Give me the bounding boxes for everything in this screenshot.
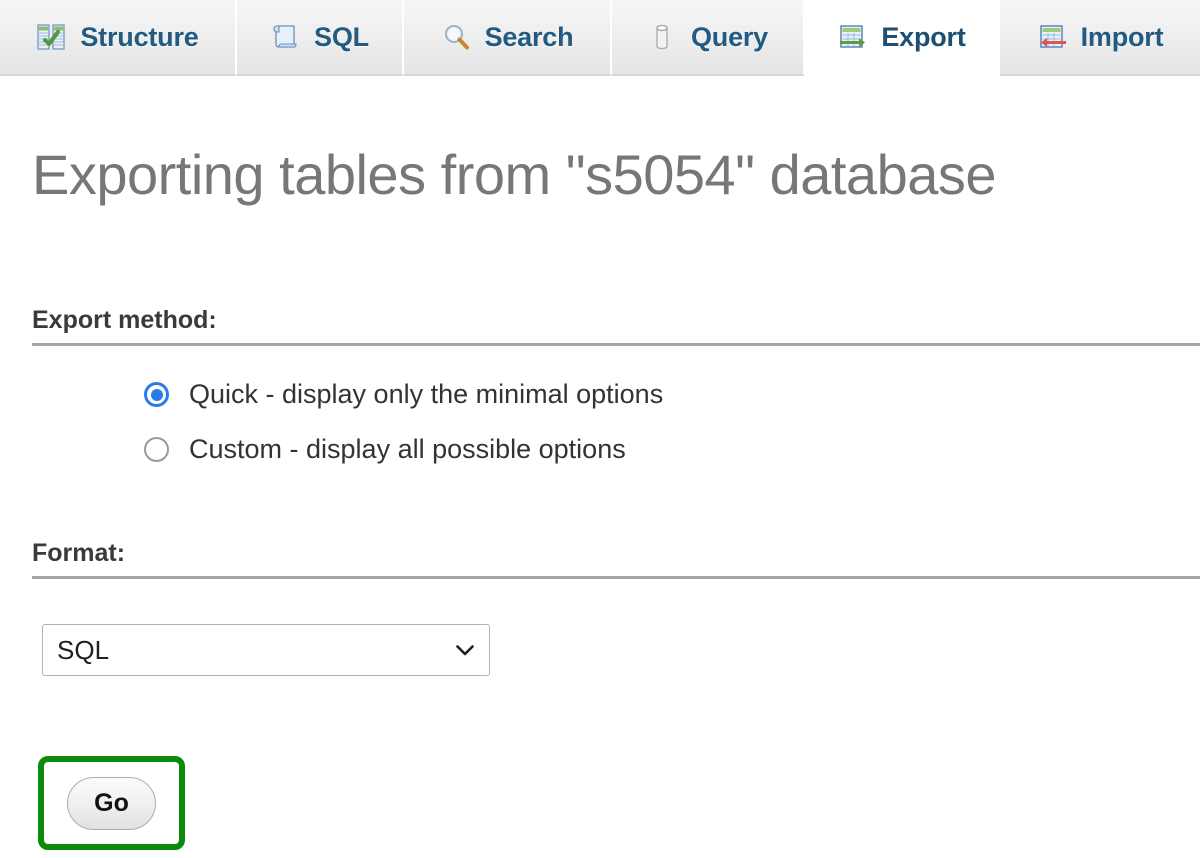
radio-custom-label: Custom - display all possible options xyxy=(189,434,626,465)
tab-export-label: Export xyxy=(881,22,965,53)
search-icon xyxy=(441,22,471,52)
tab-sql[interactable]: SQL xyxy=(237,0,404,76)
tab-search-label: Search xyxy=(485,22,574,53)
tab-export[interactable]: Export xyxy=(805,0,1000,76)
tab-structure-label: Structure xyxy=(80,22,198,53)
tab-import[interactable]: Import xyxy=(1000,0,1200,76)
format-divider xyxy=(32,576,1200,579)
structure-icon xyxy=(36,22,66,52)
tab-search[interactable]: Search xyxy=(404,0,612,76)
go-button[interactable]: Go xyxy=(67,777,156,830)
radio-custom[interactable] xyxy=(144,437,169,462)
radio-quick-label: Quick - display only the minimal options xyxy=(189,379,663,410)
radio-quick[interactable] xyxy=(144,382,169,407)
export-icon xyxy=(837,22,867,52)
main-tab-bar: Structure SQL Search Qu xyxy=(0,0,1200,78)
format-heading: Format: xyxy=(32,539,125,568)
export-method-option-custom[interactable]: Custom - display all possible options xyxy=(144,434,626,465)
sql-icon xyxy=(270,22,300,52)
export-method-divider xyxy=(32,343,1200,346)
export-method-option-quick[interactable]: Quick - display only the minimal options xyxy=(144,379,663,410)
tab-query[interactable]: Query xyxy=(612,0,805,76)
export-page-body: Exporting tables from "s5054" database E… xyxy=(0,78,1200,858)
query-icon xyxy=(647,22,677,52)
tab-query-label: Query xyxy=(691,22,768,53)
import-icon xyxy=(1037,22,1067,52)
format-select[interactable]: SQL xyxy=(42,624,490,676)
tab-import-label: Import xyxy=(1081,22,1164,53)
format-select-wrapper: SQL xyxy=(42,624,490,676)
tab-structure[interactable]: Structure xyxy=(0,0,237,76)
tab-sql-label: SQL xyxy=(314,22,369,53)
page-title: Exporting tables from "s5054" database xyxy=(32,142,996,207)
export-method-heading: Export method: xyxy=(32,306,217,335)
